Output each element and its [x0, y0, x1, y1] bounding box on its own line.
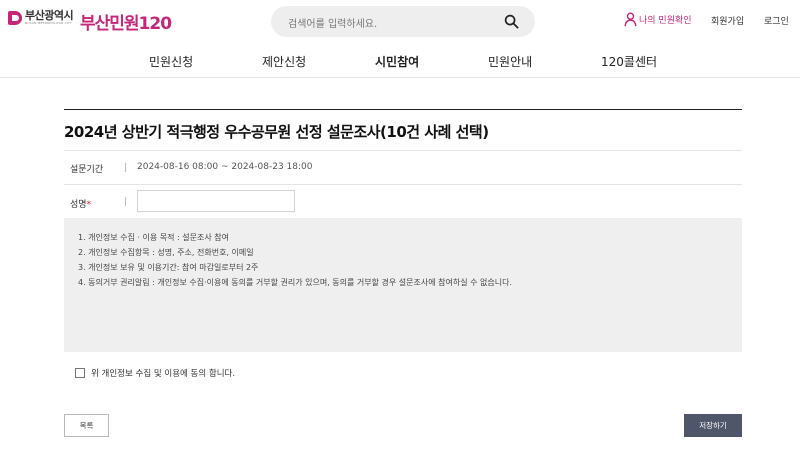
period-value: 2024-08-16 08:00 ~ 2024-08-23 18:00 — [137, 162, 313, 172]
nav-item-citizen-participation[interactable]: 시민참여 — [375, 53, 419, 70]
login-link[interactable]: 로그인 — [764, 14, 789, 27]
busan-city-logo[interactable]: 부산광역시 BUSAN METROPOLITAN CITY — [8, 9, 74, 25]
label-divider — [125, 197, 126, 206]
busan-logo-icon — [8, 10, 22, 25]
agree-label[interactable]: 위 개인정보 수집 및 이용에 동의 합니다. — [91, 367, 235, 379]
terms-list: 1. 개인정보 수집 · 이용 목적 : 설문조사 참여 2. 개인정보 수집항… — [78, 230, 742, 290]
name-field[interactable] — [137, 190, 295, 212]
terms-item: 3. 개인정보 보유 및 이용기간: 참여 마감일로부터 2주 — [78, 263, 259, 272]
name-label: 성명* — [70, 197, 91, 210]
terms-item: 2. 개인정보 수집항목 : 성명, 주소, 전화번호, 이메일 — [78, 248, 254, 257]
main-nav: 민원신청 제안신청 시민참여 민원안내 120콜센터 — [0, 42, 800, 78]
signup-link[interactable]: 회원가입 — [711, 14, 744, 27]
label-divider — [125, 163, 126, 172]
logo-name: 부산광역시 — [25, 9, 74, 22]
agree-row[interactable]: 위 개인정보 수집 및 이용에 동의 합니다. — [75, 367, 235, 379]
site-header: 부산광역시 BUSAN METROPOLITAN CITY 부산민원120 검색… — [0, 0, 800, 42]
brand-title[interactable]: 부산민원120 — [80, 9, 172, 34]
title-top-rule — [64, 109, 742, 110]
my-minwon-label: 나의 민원확인 — [639, 16, 692, 26]
name-label-text: 성명 — [70, 200, 87, 210]
divider — [64, 184, 742, 185]
terms-item: 1. 개인정보 수집 · 이용 목적 : 설문조사 참여 — [78, 233, 229, 242]
nav-item-120-callcenter[interactable]: 120콜센터 — [601, 53, 657, 70]
privacy-terms-box: 1. 개인정보 수집 · 이용 목적 : 설문조사 참여 2. 개인정보 수집항… — [64, 218, 742, 352]
required-mark: * — [86, 200, 92, 210]
divider — [64, 150, 742, 151]
person-icon — [624, 12, 637, 27]
nav-item-minwon-apply[interactable]: 민원신청 — [149, 53, 193, 70]
logo-subtitle: BUSAN METROPOLITAN CITY — [25, 21, 73, 25]
list-button[interactable]: 목록 — [64, 414, 109, 437]
save-button[interactable]: 저장하기 — [684, 414, 742, 437]
search-bar[interactable]: 검색어를 입력하세요. — [271, 6, 535, 37]
period-label: 설문기간 — [70, 165, 104, 175]
search-input[interactable]: 검색어를 입력하세요. — [288, 15, 377, 30]
nav-item-proposal[interactable]: 제안신청 — [262, 53, 306, 70]
terms-item: 4. 동의거부 권리알림 : 개인정보 수집·이용에 동의를 거부할 권리가 있… — [78, 278, 512, 287]
page-title: 2024년 상반기 적극행정 우수공무원 선정 설문조사(10건 사례 선택) — [64, 123, 489, 141]
search-icon[interactable] — [504, 14, 519, 29]
my-minwon-link[interactable]: 나의 민원확인 — [624, 12, 692, 27]
nav-item-minwon-guide[interactable]: 민원안내 — [488, 53, 532, 70]
agree-checkbox[interactable] — [75, 368, 85, 378]
